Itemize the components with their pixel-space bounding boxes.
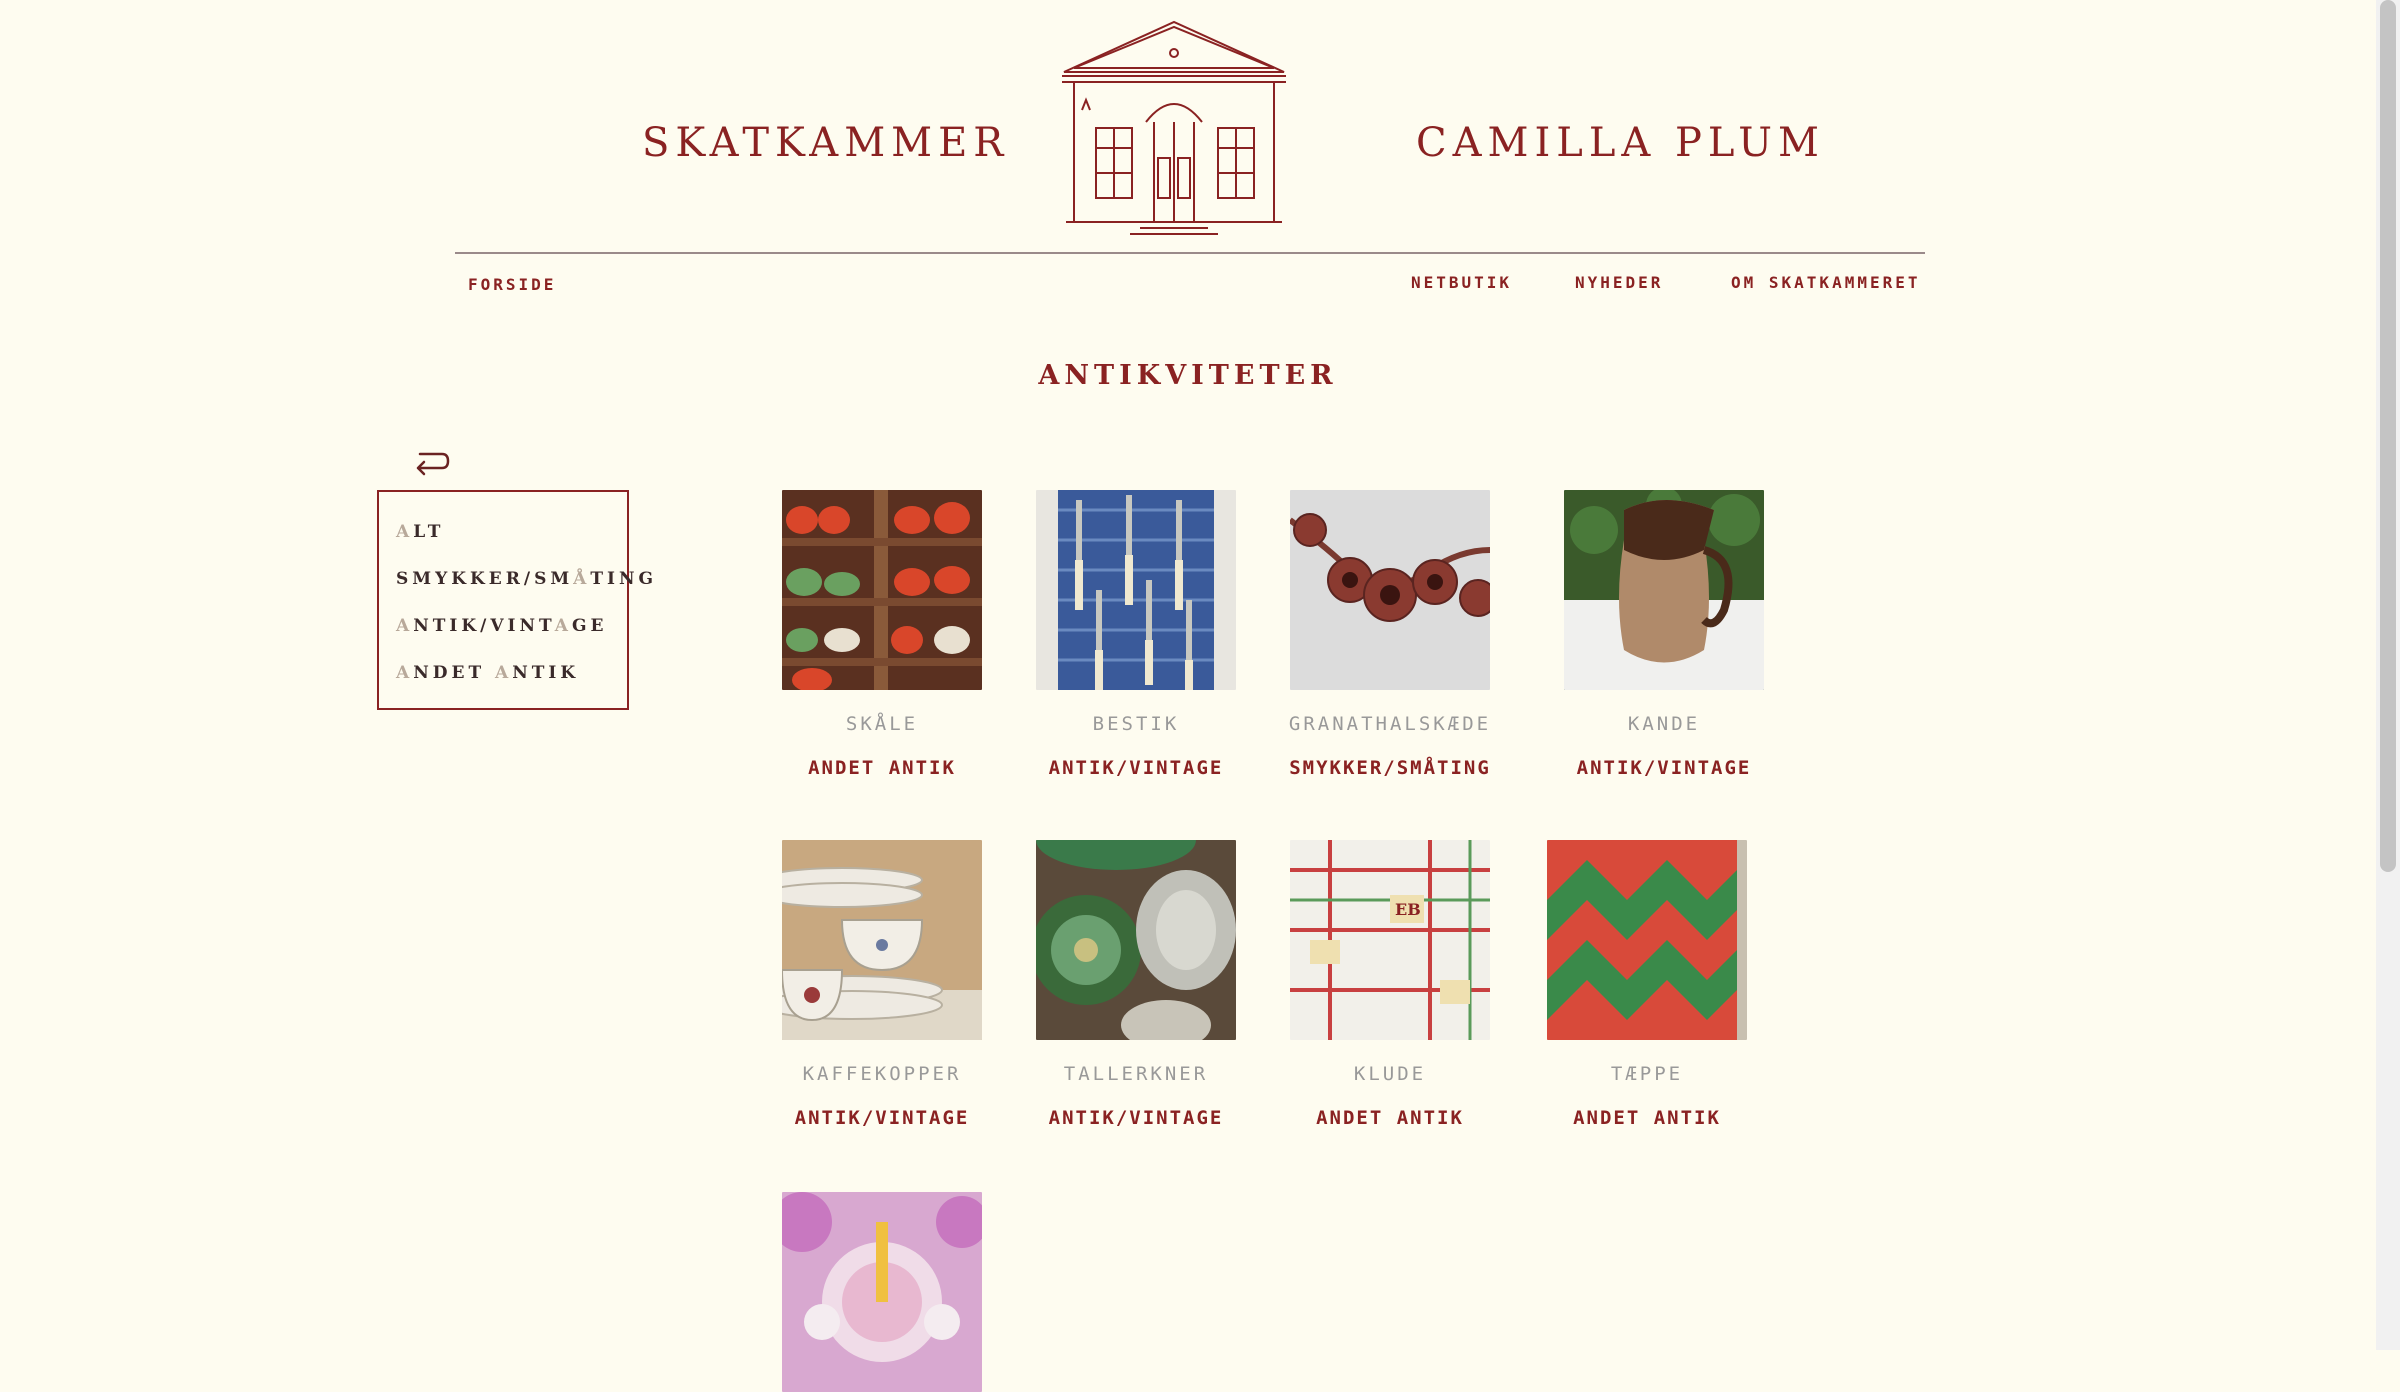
product-image-bestik[interactable]: [1036, 490, 1236, 690]
header-divider: [455, 252, 1925, 254]
nav-forside[interactable]: FORSIDE: [468, 275, 556, 294]
filter-antik-vintage[interactable]: ANTIK/VINTAGE: [396, 616, 607, 636]
page-title: ANTIKVITETER: [1038, 360, 1338, 391]
category-filter: ALT SMYKKER/SMÅTING ANTIK/VINTAGE ANDET …: [377, 490, 653, 710]
product-card[interactable]: Granathalskæde Smykker/småting: [1260, 490, 1520, 779]
scrollbar-thumb[interactable]: [2380, 0, 2396, 872]
product-image-granathalskaede[interactable]: [1290, 490, 1490, 690]
product-image-tallerkner[interactable]: [1036, 840, 1236, 1040]
product-image-kaffekopper[interactable]: [782, 840, 982, 1040]
product-card[interactable]: Tallerkner Antik/vintage: [1006, 840, 1266, 1129]
filter-alt[interactable]: ALT: [396, 522, 444, 542]
back-arrow-icon[interactable]: [412, 448, 450, 476]
brand-right: CAMILLA PLUM: [1416, 120, 1825, 166]
product-card[interactable]: Skåle Andet antik: [752, 490, 1012, 779]
nav-nyheder[interactable]: NYHEDER: [1575, 273, 1663, 292]
product-card[interactable]: EB Klude Andet antik: [1260, 840, 1520, 1129]
nav-om-skatkammeret[interactable]: OM SKATKAMMERET: [1731, 273, 1921, 292]
product-image-skaale[interactable]: [782, 490, 982, 690]
product-image-table-setting[interactable]: [782, 1192, 982, 1392]
product-image-taeppe[interactable]: [1547, 840, 1747, 1040]
product-card[interactable]: Kaffekopper Antik/vintage: [752, 840, 1012, 1129]
scrollbar[interactable]: [2376, 0, 2400, 1350]
svg-text:EB: EB: [1395, 900, 1421, 919]
brand-left: SKATKAMMER: [642, 120, 1010, 166]
nav-netbutik[interactable]: NETBUTIK: [1411, 273, 1512, 292]
product-card[interactable]: Tæppe Andet antik: [1517, 840, 1777, 1129]
filter-andet-antik[interactable]: ANDET ANTIK: [396, 663, 579, 683]
house-logo-icon[interactable]: [1060, 18, 1288, 236]
product-card[interactable]: Bestik Antik/vintage: [1006, 490, 1266, 779]
product-image-klude[interactable]: EB: [1290, 840, 1490, 1040]
product-image-kande[interactable]: [1564, 490, 1764, 690]
product-card[interactable]: [752, 1192, 1012, 1392]
filter-smykker-smaating[interactable]: SMYKKER/SMÅTING: [396, 569, 657, 589]
product-card[interactable]: Kande Antik/vintage: [1534, 490, 1794, 779]
